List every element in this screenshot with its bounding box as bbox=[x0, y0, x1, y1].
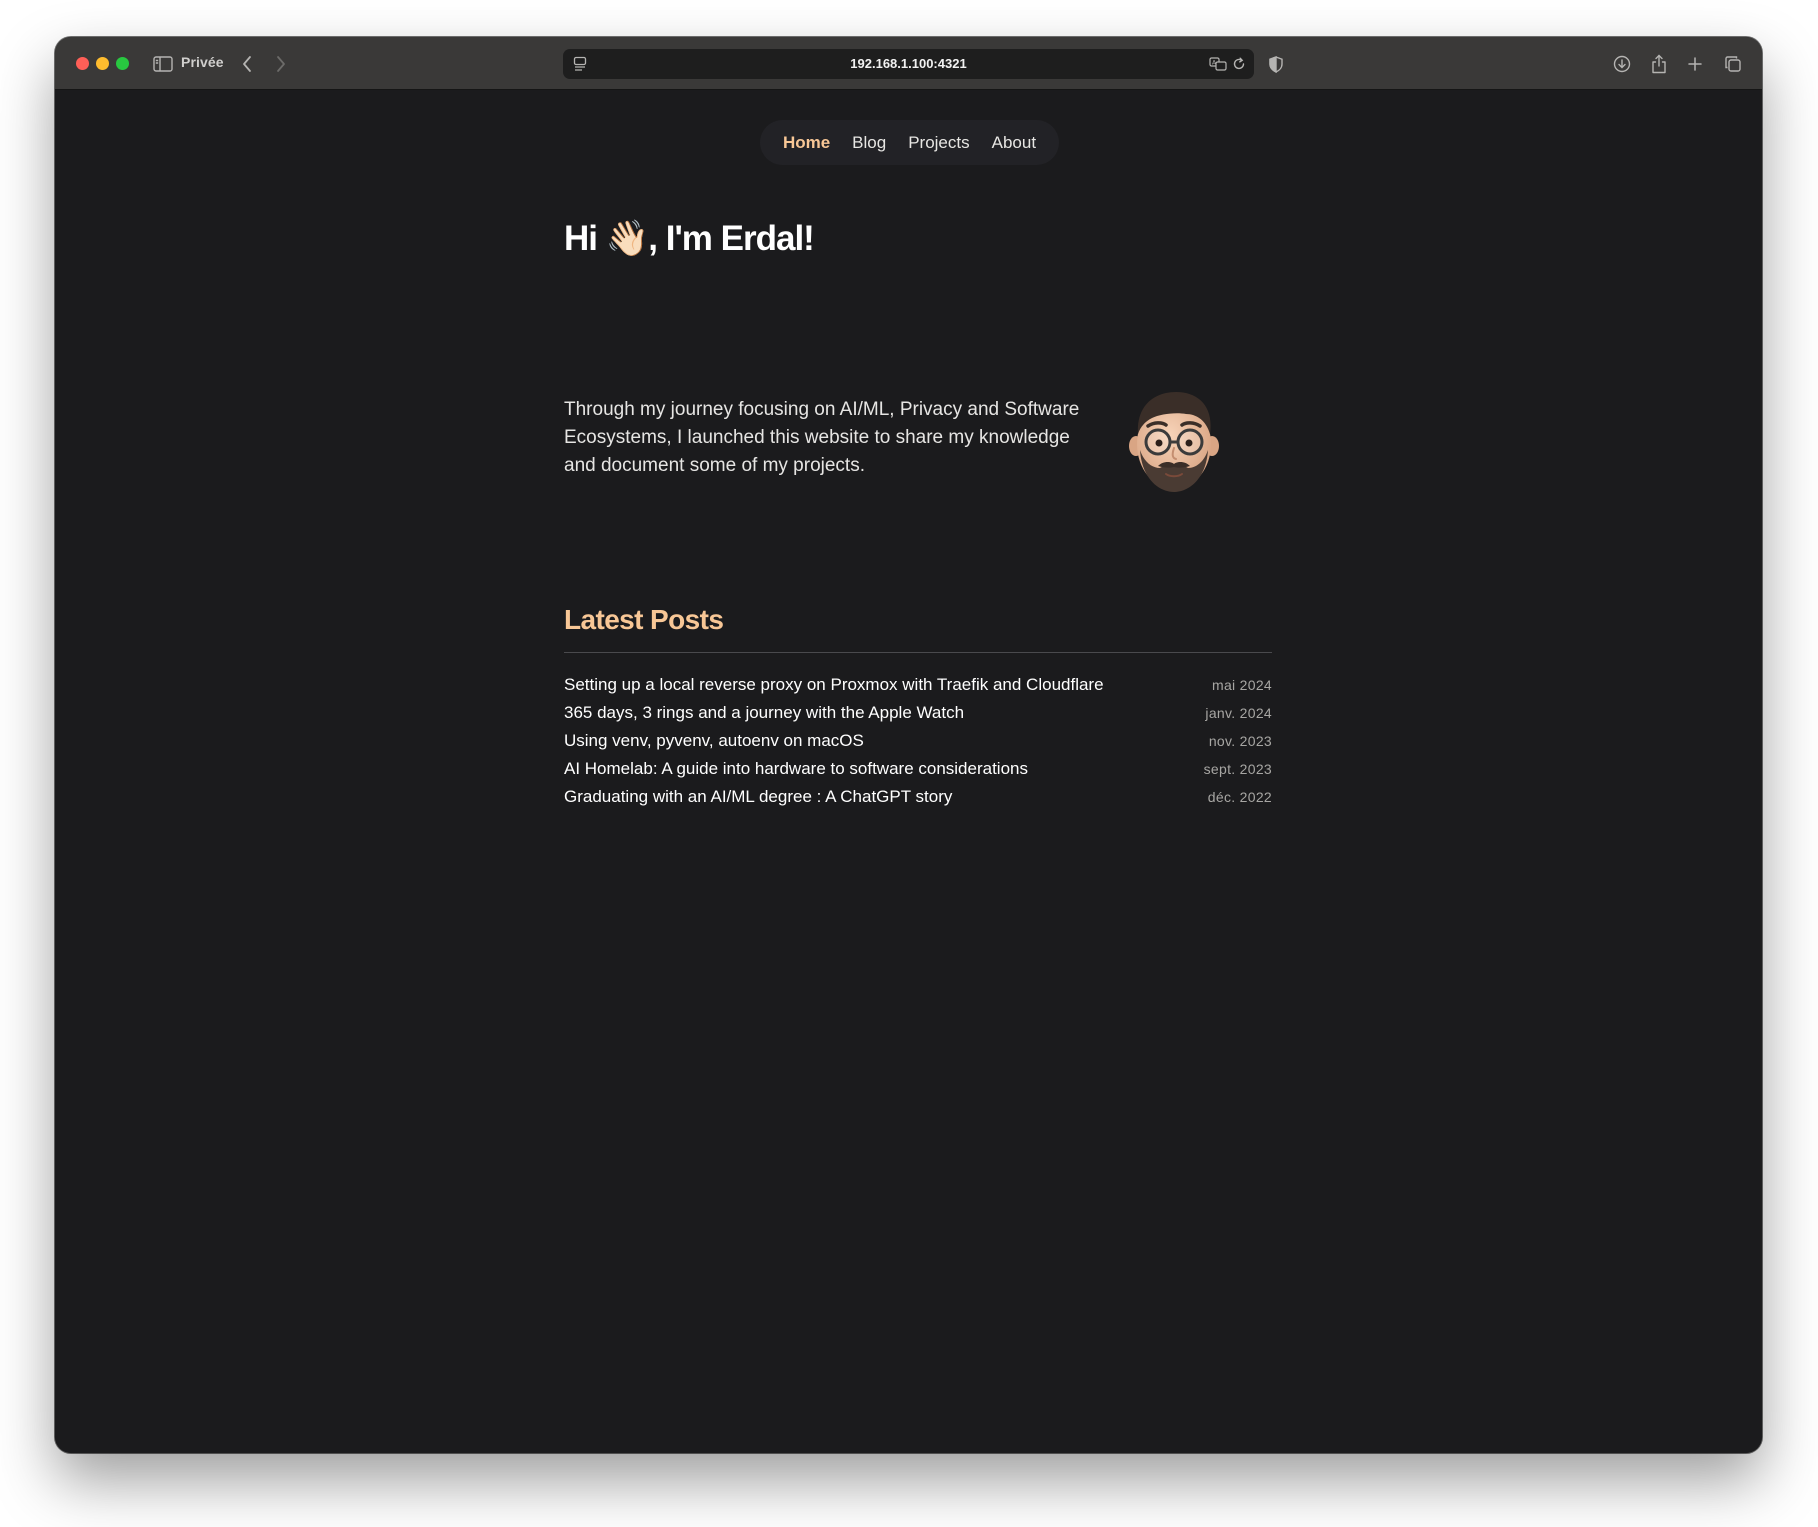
post-date: déc. 2022 bbox=[1207, 789, 1272, 805]
zoom-window-button[interactable] bbox=[116, 57, 129, 70]
minimize-window-button[interactable] bbox=[96, 57, 109, 70]
post-date: janv. 2024 bbox=[1205, 705, 1272, 721]
list-item: 365 days, 3 rings and a journey with the… bbox=[564, 699, 1272, 727]
post-link[interactable]: Setting up a local reverse proxy on Prox… bbox=[564, 675, 1104, 695]
address-bar[interactable]: 192.168.1.100:4321 A bbox=[563, 49, 1254, 79]
forward-icon[interactable] bbox=[269, 50, 293, 78]
memoji-avatar bbox=[1126, 388, 1222, 496]
hero-title: Hi 👋🏻, I'm Erdal! bbox=[564, 219, 815, 258]
latest-posts-heading: Latest Posts bbox=[564, 604, 724, 635]
downloads-icon[interactable] bbox=[1610, 50, 1634, 78]
post-date: mai 2024 bbox=[1212, 677, 1272, 693]
post-link[interactable]: 365 days, 3 rings and a journey with the… bbox=[564, 703, 964, 723]
post-date: sept. 2023 bbox=[1203, 761, 1272, 777]
private-browsing-label: Privée bbox=[181, 54, 224, 70]
intro-text: Through my journey focusing on AI/ML, Pr… bbox=[564, 399, 1080, 476]
list-item: Setting up a local reverse proxy on Prox… bbox=[564, 671, 1272, 699]
nav-link-blog[interactable]: Blog bbox=[841, 133, 897, 153]
post-link[interactable]: AI Homelab: A guide into hardware to sof… bbox=[564, 759, 1028, 779]
nav-link-about[interactable]: About bbox=[981, 133, 1047, 153]
shield-icon[interactable] bbox=[1265, 50, 1287, 78]
browser-window: Privée 192.168.1.100:4321 A Home Blog Pr… bbox=[55, 37, 1762, 1453]
nav-link-home[interactable]: Home bbox=[772, 133, 841, 153]
section-divider bbox=[564, 652, 1272, 653]
browser-toolbar: Privée 192.168.1.100:4321 A bbox=[55, 37, 1762, 90]
back-icon[interactable] bbox=[235, 50, 259, 78]
posts-list: Setting up a local reverse proxy on Prox… bbox=[564, 671, 1272, 811]
post-date: nov. 2023 bbox=[1208, 733, 1272, 749]
site-nav: Home Blog Projects About bbox=[760, 120, 1059, 165]
post-link[interactable]: Using venv, pyvenv, autoenv on macOS bbox=[564, 731, 864, 751]
sidebar-icon[interactable] bbox=[151, 50, 175, 78]
close-window-button[interactable] bbox=[76, 57, 89, 70]
nav-link-projects[interactable]: Projects bbox=[897, 133, 980, 153]
post-link[interactable]: Graduating with an AI/ML degree : A Chat… bbox=[564, 787, 952, 807]
page-content: Home Blog Projects About Hi 👋🏻, I'm Erda… bbox=[55, 90, 1762, 1453]
reload-icon[interactable] bbox=[1230, 55, 1248, 73]
list-item: AI Homelab: A guide into hardware to sof… bbox=[564, 755, 1272, 783]
share-icon[interactable] bbox=[1647, 50, 1671, 78]
address-url[interactable]: 192.168.1.100:4321 bbox=[563, 56, 1254, 71]
list-item: Using venv, pyvenv, autoenv on macOS nov… bbox=[564, 727, 1272, 755]
list-item: Graduating with an AI/ML degree : A Chat… bbox=[564, 783, 1272, 811]
new-tab-icon[interactable] bbox=[1683, 50, 1707, 78]
translate-icon[interactable]: A bbox=[1208, 55, 1228, 73]
tab-overview-icon[interactable] bbox=[1721, 50, 1745, 78]
